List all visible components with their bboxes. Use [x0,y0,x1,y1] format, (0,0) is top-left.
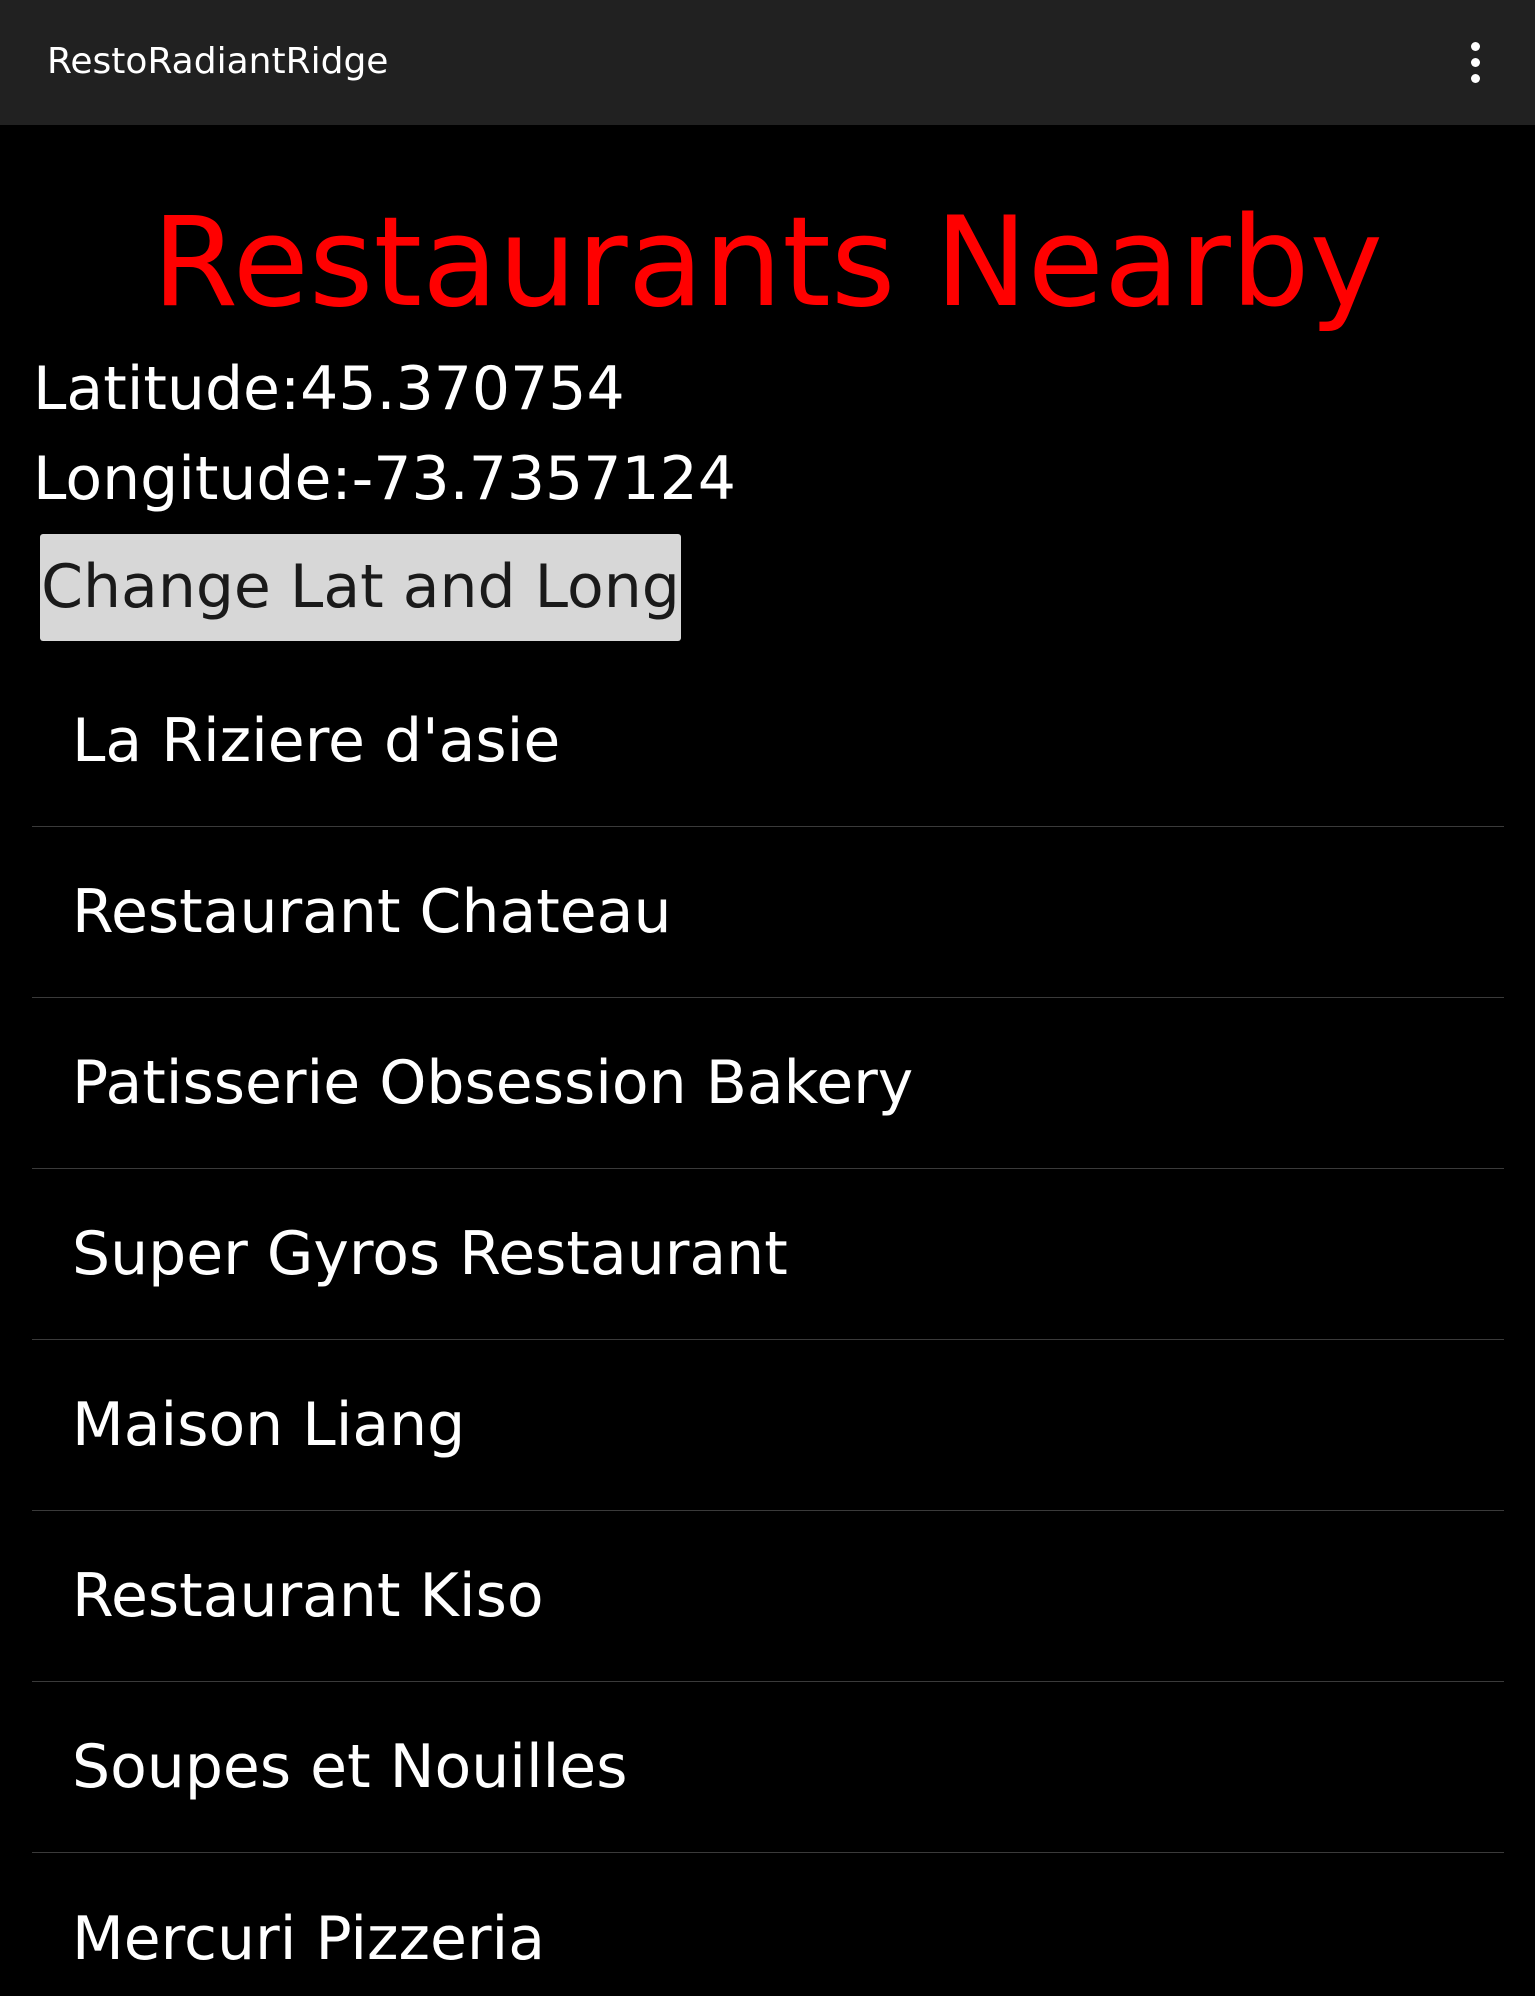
app-bar: RestoRadiantRidge [0,0,1535,125]
restaurant-list-item[interactable]: Maison Liang [32,1340,1504,1511]
longitude-text: Longitude:-73.7357124 [33,444,736,514]
restaurant-name: Restaurant Chateau [72,877,672,947]
page-title: Restaurants Nearby [152,191,1383,335]
restaurant-name: Soupes et Nouilles [72,1732,628,1802]
menu-dot [1470,41,1480,51]
more-vert-icon[interactable] [1450,30,1500,94]
restaurant-list-item[interactable]: Restaurant Kiso [32,1511,1504,1682]
restaurant-name: Patisserie Obsession Bakery [72,1048,914,1118]
change-lat-long-button[interactable]: Change Lat and Long [40,534,681,641]
restaurant-list[interactable]: La Riziere d'asie Restaurant Chateau Pat… [32,656,1504,1996]
restaurant-name: Restaurant Kiso [72,1561,544,1631]
restaurant-list-item[interactable]: Soupes et Nouilles [32,1682,1504,1853]
restaurant-name: Mercuri Pizzeria [72,1903,545,1974]
menu-dot [1470,57,1480,67]
app-title: RestoRadiantRidge [47,41,389,82]
restaurant-list-item[interactable]: Restaurant Chateau [32,827,1504,998]
restaurant-list-item[interactable]: La Riziere d'asie [32,656,1504,827]
restaurant-list-item[interactable]: Patisserie Obsession Bakery [32,998,1504,1169]
restaurant-name: La Riziere d'asie [72,706,561,776]
latitude-text: Latitude:45.370754 [33,354,625,424]
restaurant-name: Super Gyros Restaurant [72,1219,788,1289]
restaurant-name: Maison Liang [72,1390,466,1460]
restaurant-list-item[interactable]: Super Gyros Restaurant [32,1169,1504,1340]
restaurant-list-item[interactable]: Mercuri Pizzeria [32,1853,1504,1996]
menu-dot [1470,73,1480,83]
